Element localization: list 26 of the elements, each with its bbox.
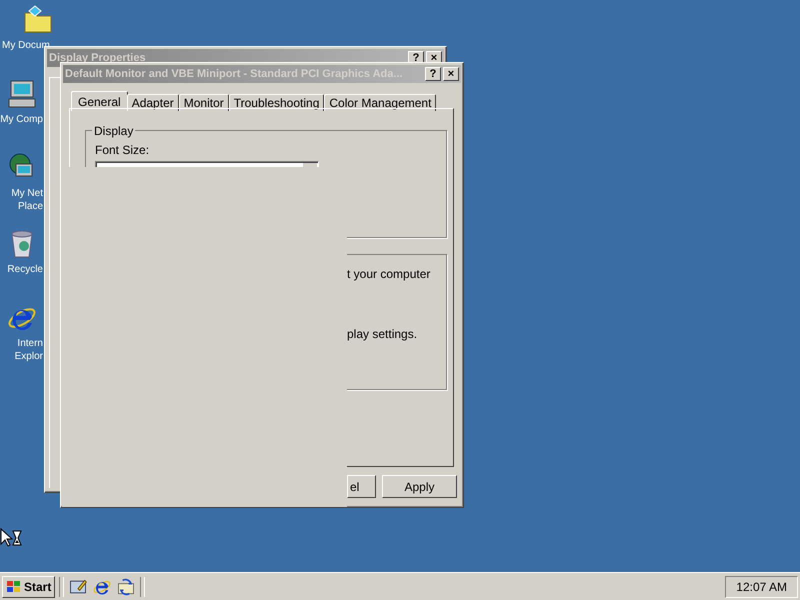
apply-button[interactable]: Apply	[382, 475, 457, 498]
field-label: Font Size:	[95, 143, 150, 157]
icon-label[interactable]: My Comp	[0, 113, 43, 126]
busy-cursor-icon	[0, 528, 22, 548]
help-button[interactable]: ?	[425, 67, 441, 81]
tab[interactable]: Color Management	[324, 94, 436, 111]
tab[interactable]: Monitor	[178, 94, 229, 111]
cancel-button[interactable]: el	[347, 475, 376, 498]
tab[interactable]: Troubleshooting	[228, 94, 324, 111]
icon-label[interactable]: My Net	[11, 187, 43, 200]
group-title: Display	[92, 124, 136, 138]
clock: 12:07 AM	[725, 576, 798, 598]
text-line: t your computer	[347, 267, 430, 281]
icon-label[interactable]: Intern	[17, 337, 43, 350]
start-button[interactable]: Start	[2, 576, 56, 598]
computer-icon[interactable]	[6, 78, 38, 110]
icon-label[interactable]: Recycle	[7, 263, 43, 276]
windows-flag-icon	[6, 580, 22, 594]
text-line: play settings.	[347, 327, 418, 341]
close-button[interactable]: ×	[443, 67, 459, 81]
icon-label[interactable]: Explor	[14, 350, 43, 363]
icon-label[interactable]: Place	[18, 200, 43, 213]
tab[interactable]: Adapter	[126, 94, 179, 111]
window-title: Display Properties	[49, 52, 146, 64]
tab[interactable]: General	[71, 91, 128, 111]
icon-label[interactable]: My Docum	[2, 39, 50, 52]
